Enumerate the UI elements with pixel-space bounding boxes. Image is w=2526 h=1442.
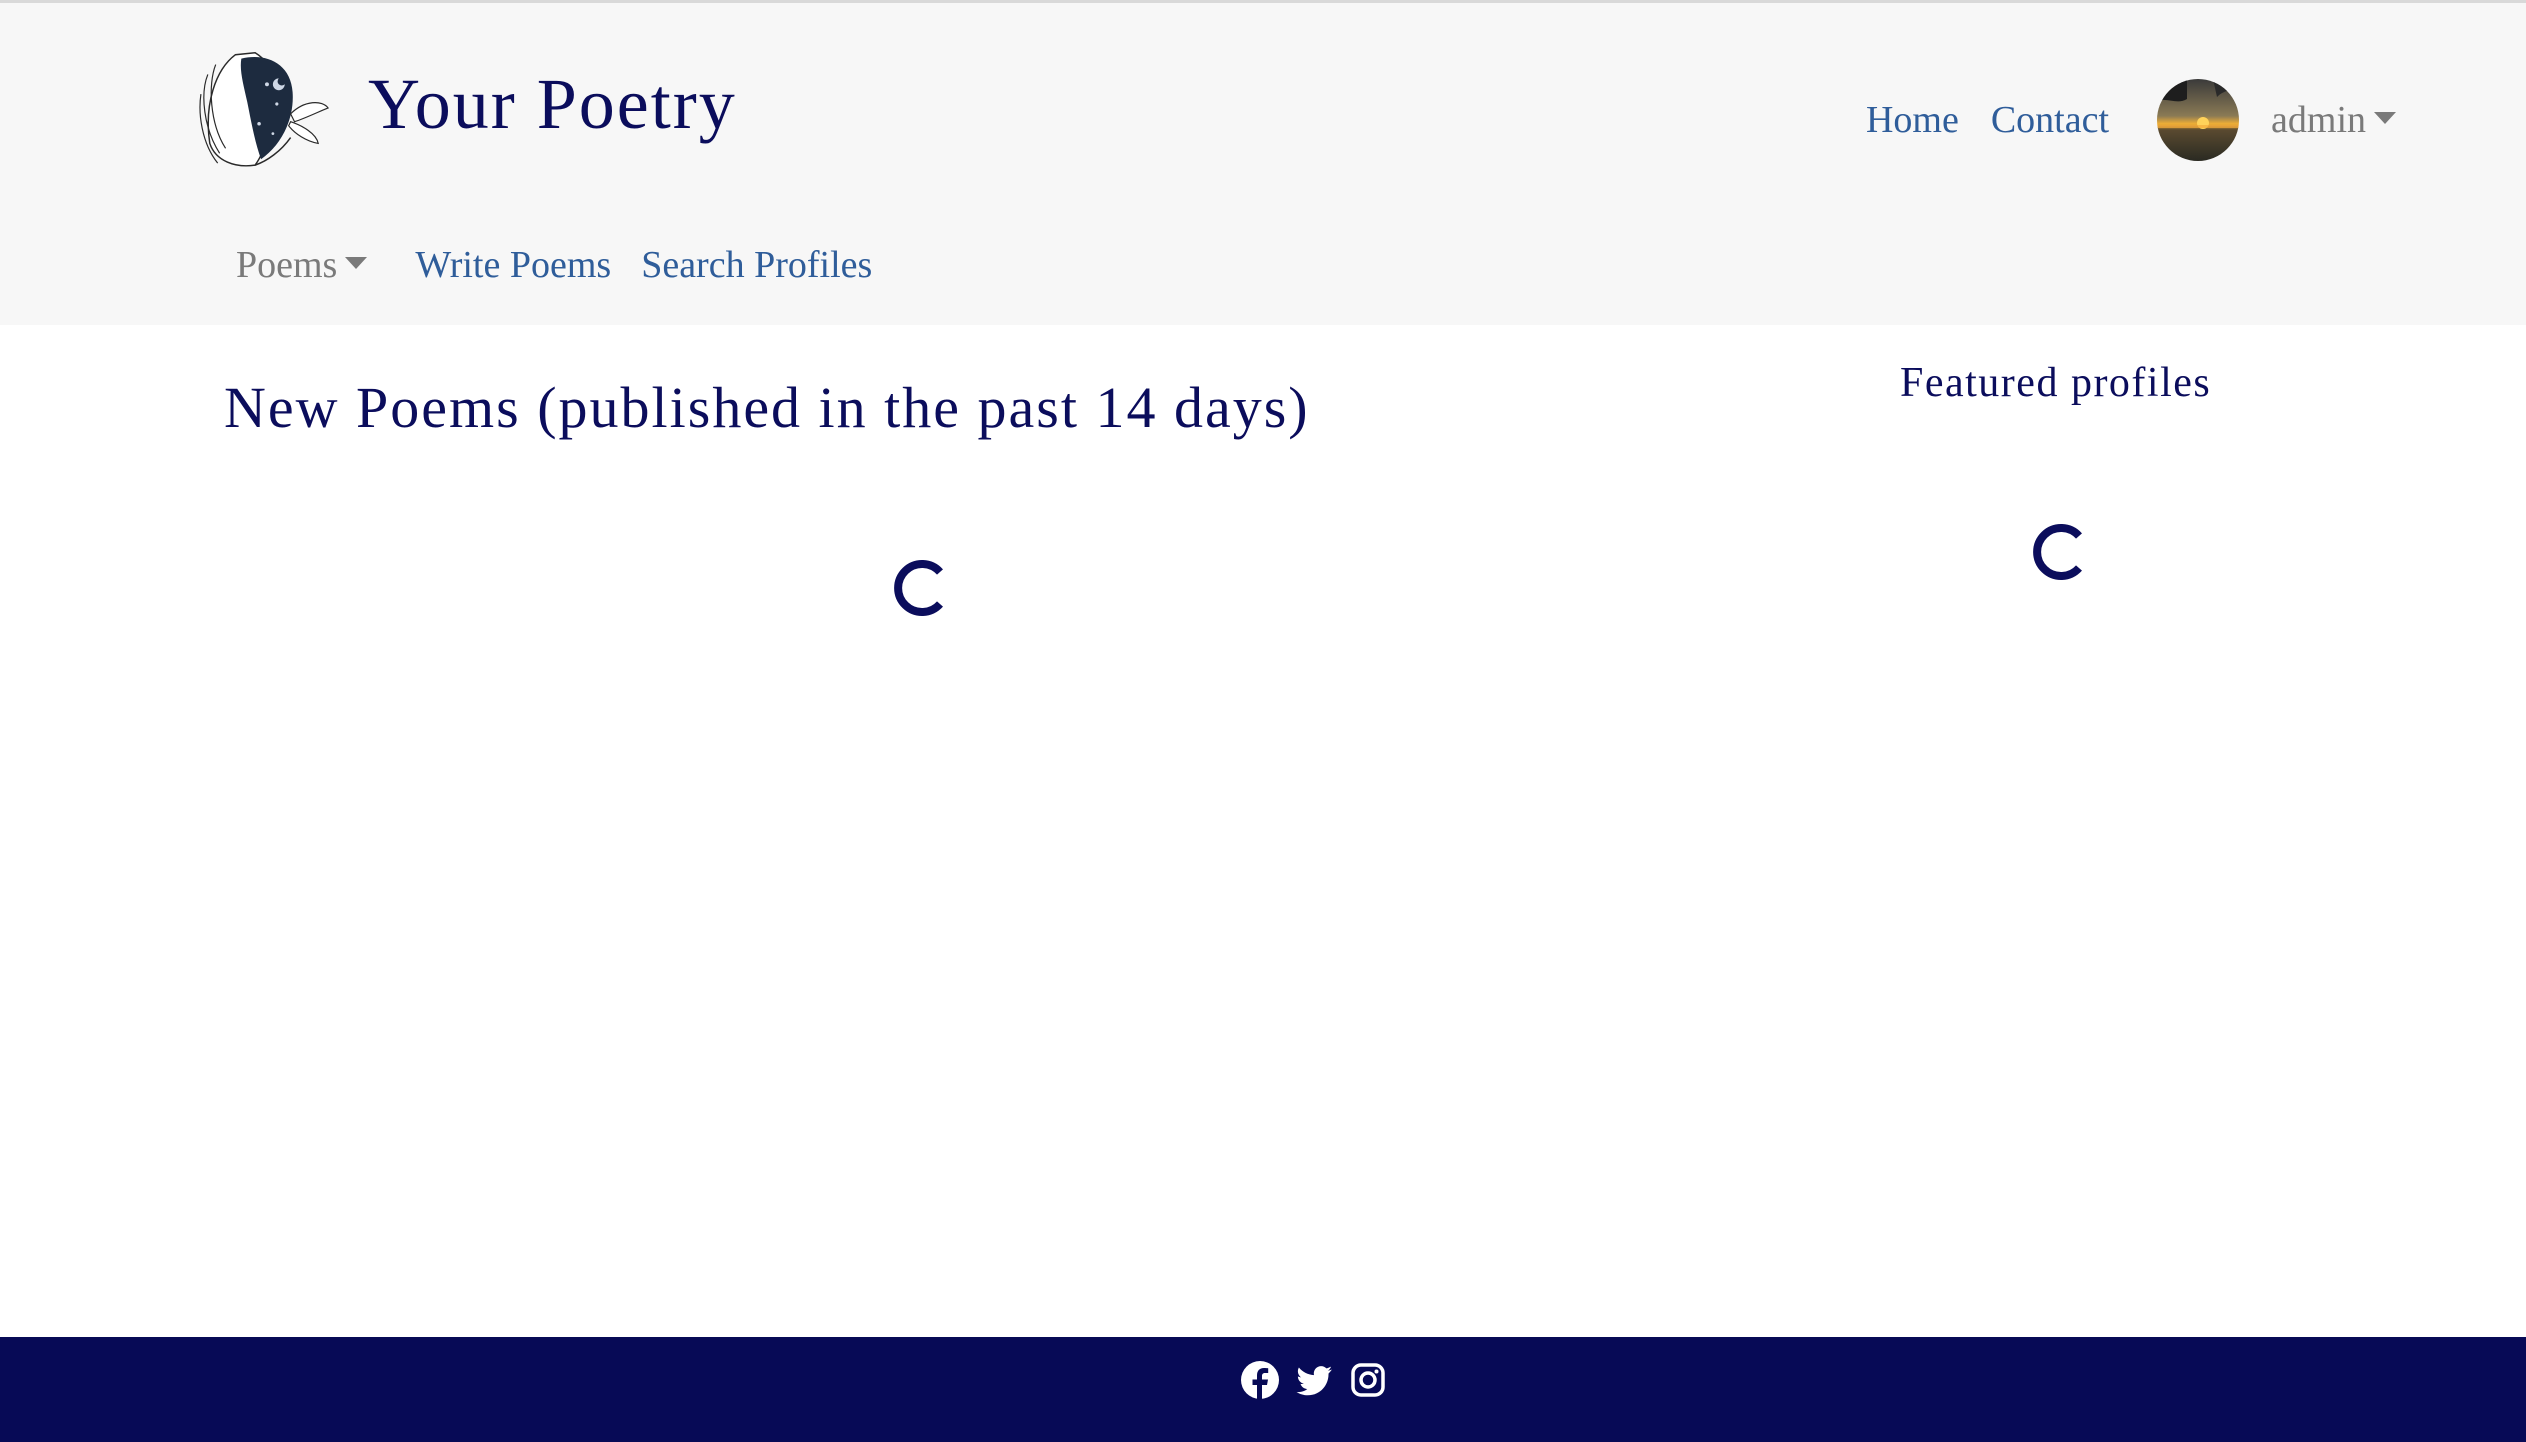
user-menu-label: admin bbox=[2271, 99, 2366, 141]
featured-profiles-loading-spinner-icon bbox=[2033, 524, 2082, 580]
user-menu-toggle[interactable]: admin bbox=[2271, 98, 2396, 142]
chevron-down-icon bbox=[345, 257, 368, 269]
nav-contact-link[interactable]: Contact bbox=[1991, 98, 2109, 142]
instagram-link[interactable] bbox=[1348, 1360, 1402, 1400]
site-title: Your Poetry bbox=[368, 64, 737, 144]
brand-link[interactable]: Your Poetry bbox=[196, 35, 737, 173]
secondary-navigation: Poems Write Poems Search Profiles bbox=[236, 243, 902, 287]
facebook-icon bbox=[1241, 1361, 1279, 1399]
site-header: Your Poetry Home Contact admin Poems Wri… bbox=[0, 3, 2526, 325]
instagram-icon bbox=[1351, 1363, 1385, 1397]
twitter-icon bbox=[1296, 1366, 1332, 1396]
poetry-logo bbox=[199, 51, 330, 167]
social-links bbox=[1240, 1360, 1402, 1400]
featured-profiles-heading: Featured profiles bbox=[1900, 360, 2212, 406]
page: Your Poetry Home Contact admin Poems Wri… bbox=[0, 0, 2526, 1442]
user-avatar[interactable] bbox=[2157, 79, 2240, 161]
top-navigation: Home Contact admin bbox=[1834, 79, 2396, 161]
twitter-link[interactable] bbox=[1294, 1360, 1348, 1400]
write-poems-link[interactable]: Write Poems bbox=[415, 243, 611, 287]
facebook-link[interactable] bbox=[1240, 1360, 1294, 1400]
search-profiles-link[interactable]: Search Profiles bbox=[641, 243, 872, 287]
avatar-sunset-image bbox=[2157, 79, 2240, 161]
poems-dropdown-toggle[interactable]: Poems bbox=[236, 243, 368, 287]
poems-dropdown-label: Poems bbox=[236, 244, 338, 286]
chevron-down-icon bbox=[2374, 112, 2396, 124]
nav-home-link[interactable]: Home bbox=[1866, 98, 1959, 142]
new-poems-loading-spinner-icon bbox=[894, 560, 943, 616]
new-poems-heading: New Poems (published in the past 14 days… bbox=[224, 375, 1310, 440]
